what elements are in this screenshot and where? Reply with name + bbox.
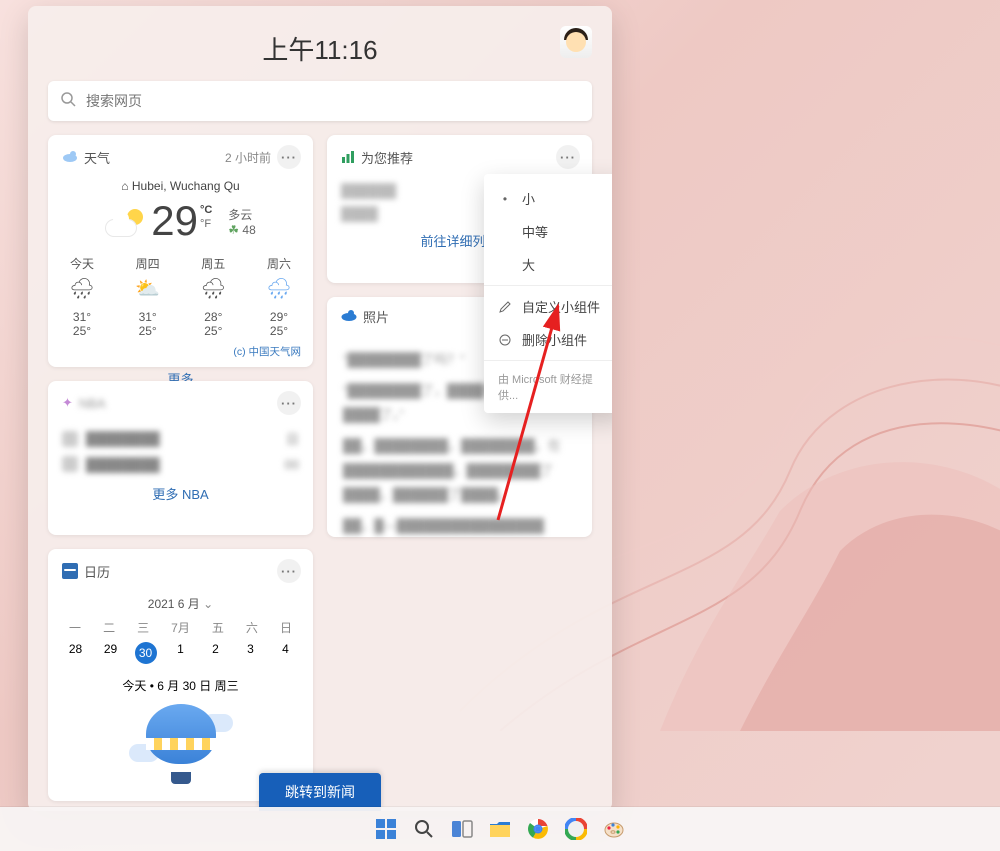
pencil-icon: [498, 300, 512, 314]
sport-icon: ✦: [62, 395, 73, 411]
menu-customize[interactable]: 自定义小组件: [484, 290, 612, 323]
day-label: 今天: [58, 255, 106, 272]
rain-icon: 🌧: [58, 276, 106, 300]
board-time: 上午11:16: [42, 16, 598, 81]
calendar-more-button[interactable]: [277, 559, 301, 583]
file-explorer-icon[interactable]: [487, 816, 513, 842]
photos-icon: [341, 309, 357, 324]
task-view-icon[interactable]: [449, 816, 475, 842]
menu-credit: 由 Microsoft 财经提供...: [484, 365, 612, 405]
menu-separator: [484, 360, 612, 361]
taskbar-search-icon[interactable]: [411, 816, 437, 842]
weather-title: 天气: [84, 148, 219, 167]
photos-title: 照片: [363, 307, 489, 326]
sport-more-link[interactable]: 更多 NBA: [48, 476, 313, 515]
chrome-icon[interactable]: [525, 816, 551, 842]
widget-context-menu: • 小 中等 大 自定义小组件 删除小组件 由 Microsoft 财经提供..…: [484, 174, 612, 413]
calendar-title: 日历: [84, 562, 271, 581]
start-button[interactable]: [373, 816, 399, 842]
day-label: 周六: [255, 255, 303, 272]
menu-size-small[interactable]: • 小: [484, 182, 612, 215]
sport-more-button[interactable]: [277, 391, 301, 415]
calendar-header-row: 一二三7月五六日: [48, 616, 313, 639]
unit-celsius[interactable]: °C: [200, 203, 212, 217]
menu-size-medium[interactable]: 中等: [484, 215, 612, 248]
left-column: 天气 2 小时前 ⌂ Hubei, Wuchang Qu 29 °C: [48, 135, 313, 801]
rain-icon: 🌧: [189, 276, 237, 300]
menu-size-large[interactable]: 大: [484, 248, 612, 281]
market-title: 为您推荐: [361, 148, 550, 167]
bullet-icon: •: [498, 192, 512, 206]
calendar-illustration: [141, 704, 221, 804]
weather-temp: 29: [151, 197, 198, 245]
sport-card[interactable]: ✦ NBA ████████日 ████████00 更多 NBA: [48, 381, 313, 535]
calendar-icon: [62, 563, 78, 579]
search-box[interactable]: [48, 81, 592, 121]
weather-source: (c) 中国天气网: [48, 344, 313, 361]
browser-icon[interactable]: [563, 816, 589, 842]
weather-aqi: 48: [242, 223, 255, 237]
aqi-icon: ☘: [228, 223, 239, 237]
menu-separator: [484, 285, 612, 286]
weather-card[interactable]: 天气 2 小时前 ⌂ Hubei, Wuchang Qu 29 °C: [48, 135, 313, 367]
calendar-date-row[interactable]: 2829301234: [48, 639, 313, 667]
paint-icon[interactable]: [601, 816, 627, 842]
market-more-button[interactable]: [556, 145, 580, 169]
calendar-today: 30: [135, 642, 157, 664]
sport-body: ████████日 ████████00: [48, 421, 313, 476]
partly-cloudy-icon: ⛅: [124, 276, 172, 300]
weather-location: Hubei, Wuchang Qu: [132, 179, 240, 193]
forecast-row: 今天🌧31°25° 周四⛅31°25° 周五🌧28°25° 周六🌧29°25°: [48, 247, 313, 344]
day-label: 周五: [189, 255, 237, 272]
menu-remove[interactable]: 删除小组件: [484, 323, 612, 356]
search-icon: [60, 91, 76, 112]
unit-fahrenheit[interactable]: °F: [200, 217, 212, 231]
chevron-down-icon[interactable]: ⌄: [203, 597, 213, 611]
weather-more-button[interactable]: [277, 145, 301, 169]
jump-to-news-button[interactable]: 跳转到新闻: [259, 773, 381, 811]
search-input[interactable]: [84, 92, 580, 110]
day-label: 周四: [124, 255, 172, 272]
calendar-month[interactable]: 2021 6 月: [148, 597, 200, 611]
location-icon: ⌂: [121, 179, 128, 193]
rain-icon: 🌧: [255, 276, 303, 300]
weather-condition-icon: [105, 201, 145, 241]
calendar-card[interactable]: 日历 2021 6 月 ⌄ 一二三7月五六日 2829301234 今天 • 6…: [48, 549, 313, 801]
weather-condition: 多云: [228, 206, 255, 223]
remove-icon: [498, 333, 512, 347]
sport-title: NBA: [79, 396, 271, 411]
calendar-caption: 今天 • 6 月 30 日 周三: [48, 667, 313, 698]
weather-icon: [62, 149, 78, 166]
user-avatar[interactable]: [560, 26, 592, 58]
market-icon: [341, 150, 355, 164]
taskbar[interactable]: [0, 807, 1000, 851]
weather-updated: 2 小时前: [225, 149, 271, 166]
widget-board: 上午11:16 天气 2 小时前 ⌂ Hubei, Wuchang Qu: [28, 6, 612, 811]
